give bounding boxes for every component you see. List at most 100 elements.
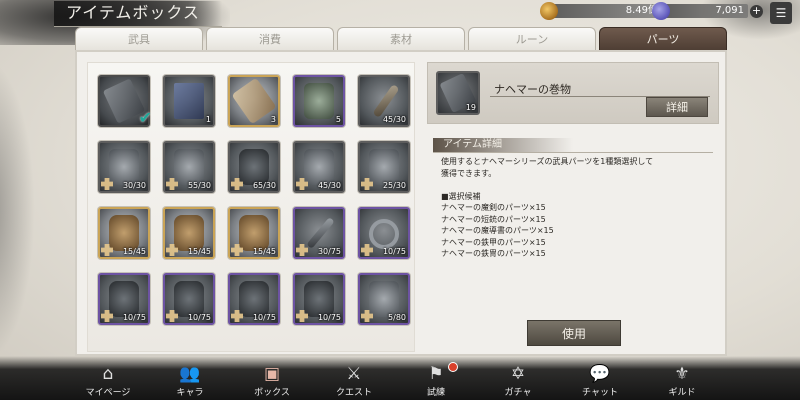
brown-item-icon bbox=[109, 215, 139, 251]
tab-parts[interactable]: パーツ bbox=[599, 27, 727, 51]
menu-icon[interactable]: ☰ bbox=[770, 2, 792, 24]
puzzle-piece-icon bbox=[361, 244, 373, 256]
nav-item[interactable]: ▣ ボックス bbox=[234, 364, 310, 400]
nav-item[interactable]: 👥 キャラ bbox=[152, 364, 228, 400]
category-tabs: 武具 消費 素材 ルーン パーツ bbox=[75, 27, 727, 51]
gold-display: 8.49億 bbox=[540, 2, 662, 20]
nav-item[interactable]: ⚜ ギルド bbox=[644, 364, 720, 400]
item-slot[interactable]: 10/75 bbox=[163, 273, 215, 325]
item-slot[interactable]: 30/30 bbox=[98, 141, 150, 193]
item-slot[interactable]: 55/30 bbox=[163, 141, 215, 193]
item-slot[interactable]: 25/30 bbox=[358, 141, 410, 193]
nav-item[interactable]: ✡ ガチャ bbox=[480, 364, 556, 400]
nav-item[interactable]: ⌂ マイページ bbox=[70, 364, 146, 400]
item-slot[interactable]: 45/30 bbox=[293, 141, 345, 193]
blade-item-icon bbox=[306, 216, 335, 250]
section-title: アイテム詳細 bbox=[433, 138, 573, 152]
item-slot[interactable]: 15/45 bbox=[163, 207, 215, 259]
ring-item-icon bbox=[369, 219, 399, 249]
item-slot[interactable]: 10/75 bbox=[358, 207, 410, 259]
dark-item-icon bbox=[109, 281, 139, 317]
coin-icon bbox=[540, 2, 558, 20]
page-title: アイテムボックス bbox=[54, 1, 222, 27]
item-slot[interactable]: 45/30 bbox=[358, 75, 410, 127]
nav-label: クエスト bbox=[335, 388, 372, 398]
dark-item-icon bbox=[174, 281, 204, 317]
item-count: 25/30 bbox=[382, 181, 406, 190]
item-count: 45/30 bbox=[382, 115, 406, 124]
detail-item-icon: 19 bbox=[436, 71, 480, 115]
item-count: 15/45 bbox=[122, 247, 146, 256]
metal-item-icon bbox=[369, 149, 399, 185]
item-slot[interactable]: 10/75 bbox=[293, 273, 345, 325]
nav-label: ガチャ bbox=[504, 388, 532, 398]
nav-label: チャット bbox=[582, 388, 618, 398]
dark-item-icon bbox=[239, 281, 269, 317]
item-slot[interactable]: 10/75 bbox=[98, 273, 150, 325]
tab-materials[interactable]: 素材 bbox=[337, 27, 465, 51]
item-box-panel: ✔ 1 3 5 45/30 30/30 55/30 65/30 45/30 25/30 15/45 1… bbox=[75, 50, 727, 356]
item-slot[interactable]: 5/80 bbox=[358, 273, 410, 325]
tab-consumables[interactable]: 消費 bbox=[206, 27, 334, 51]
detail-item-name: ナヘマーの巻物 bbox=[494, 83, 571, 96]
item-count: 55/30 bbox=[187, 181, 211, 190]
item-count: 15/45 bbox=[252, 247, 276, 256]
item-slot[interactable]: 15/45 bbox=[228, 207, 280, 259]
item-slot[interactable]: 30/75 bbox=[293, 207, 345, 259]
item-slot[interactable]: 65/30 bbox=[228, 141, 280, 193]
detail-item-count: 19 bbox=[465, 103, 476, 112]
item-description: 使用するとナヘマーシリーズの武具パーツを1種類選択して 獲得できます。 ■選択候… bbox=[441, 157, 654, 258]
nav-label: 試練 bbox=[426, 388, 445, 398]
book-item-icon bbox=[174, 83, 204, 119]
details-button[interactable]: 詳細 bbox=[646, 97, 708, 117]
chat-icon: 💬 bbox=[589, 364, 611, 384]
guild-icon: ⚜ bbox=[674, 364, 690, 384]
item-count: 3 bbox=[270, 115, 276, 124]
tab-runes[interactable]: ルーン bbox=[468, 27, 596, 51]
item-count: 30/30 bbox=[122, 181, 146, 190]
item-count: 10/75 bbox=[317, 313, 341, 322]
item-slot[interactable]: 10/75 bbox=[228, 273, 280, 325]
item-slot[interactable]: ✔ bbox=[98, 75, 152, 127]
crossed-swords-icon: ⚔ bbox=[346, 364, 362, 384]
nav-label: ボックス bbox=[254, 388, 290, 398]
item-count: 15/45 bbox=[187, 247, 211, 256]
armor-item-icon bbox=[304, 83, 334, 119]
tab-equipment[interactable]: 武具 bbox=[75, 27, 203, 51]
nav-label: ギルド bbox=[668, 388, 696, 398]
item-slot[interactable]: 15/45 bbox=[98, 207, 150, 259]
nav-item[interactable]: 💬 チャット bbox=[562, 364, 638, 400]
item-count: 30/75 bbox=[317, 247, 341, 256]
detail-header: 19 ナヘマーの巻物 詳細 bbox=[427, 62, 719, 124]
dark-item-icon bbox=[304, 281, 334, 317]
metal-item-icon bbox=[369, 281, 399, 317]
item-slot[interactable]: 3 bbox=[228, 75, 280, 127]
add-gem-button[interactable]: + bbox=[750, 4, 763, 18]
ink-decoration bbox=[0, 60, 35, 360]
gem-display: 7,091 + bbox=[652, 2, 764, 20]
item-slot[interactable]: 5 bbox=[293, 75, 345, 127]
use-button[interactable]: 使用 bbox=[527, 320, 621, 346]
item-count: 5 bbox=[335, 115, 341, 124]
notification-badge bbox=[448, 362, 458, 372]
trial-icon: ⚑ bbox=[428, 364, 444, 384]
divider bbox=[433, 152, 713, 153]
sword-item-icon bbox=[372, 83, 400, 119]
dark-item-icon bbox=[239, 149, 269, 185]
gem-value: 7,091 bbox=[662, 4, 748, 18]
nav-item[interactable]: ⚔ クエスト bbox=[316, 364, 392, 400]
nav-label: マイページ bbox=[85, 388, 131, 398]
nav-label: キャラ bbox=[176, 388, 204, 398]
item-slot[interactable]: 1 bbox=[163, 75, 215, 127]
gacha-icon: ✡ bbox=[510, 364, 526, 384]
gem-icon bbox=[652, 2, 670, 20]
item-grid: ✔ 1 3 5 45/30 30/30 55/30 65/30 45/30 25/30 15/45 1… bbox=[87, 62, 415, 352]
brown-item-icon bbox=[174, 215, 204, 251]
nav-item[interactable]: ⚑ 試練 bbox=[398, 362, 474, 400]
item-count: 1 bbox=[205, 115, 211, 124]
item-count: 10/75 bbox=[382, 247, 406, 256]
home-icon: ⌂ bbox=[102, 364, 114, 384]
checkmark-icon: ✔ bbox=[138, 108, 152, 127]
gold-value: 8.49億 bbox=[550, 4, 662, 18]
metal-item-icon bbox=[304, 149, 334, 185]
